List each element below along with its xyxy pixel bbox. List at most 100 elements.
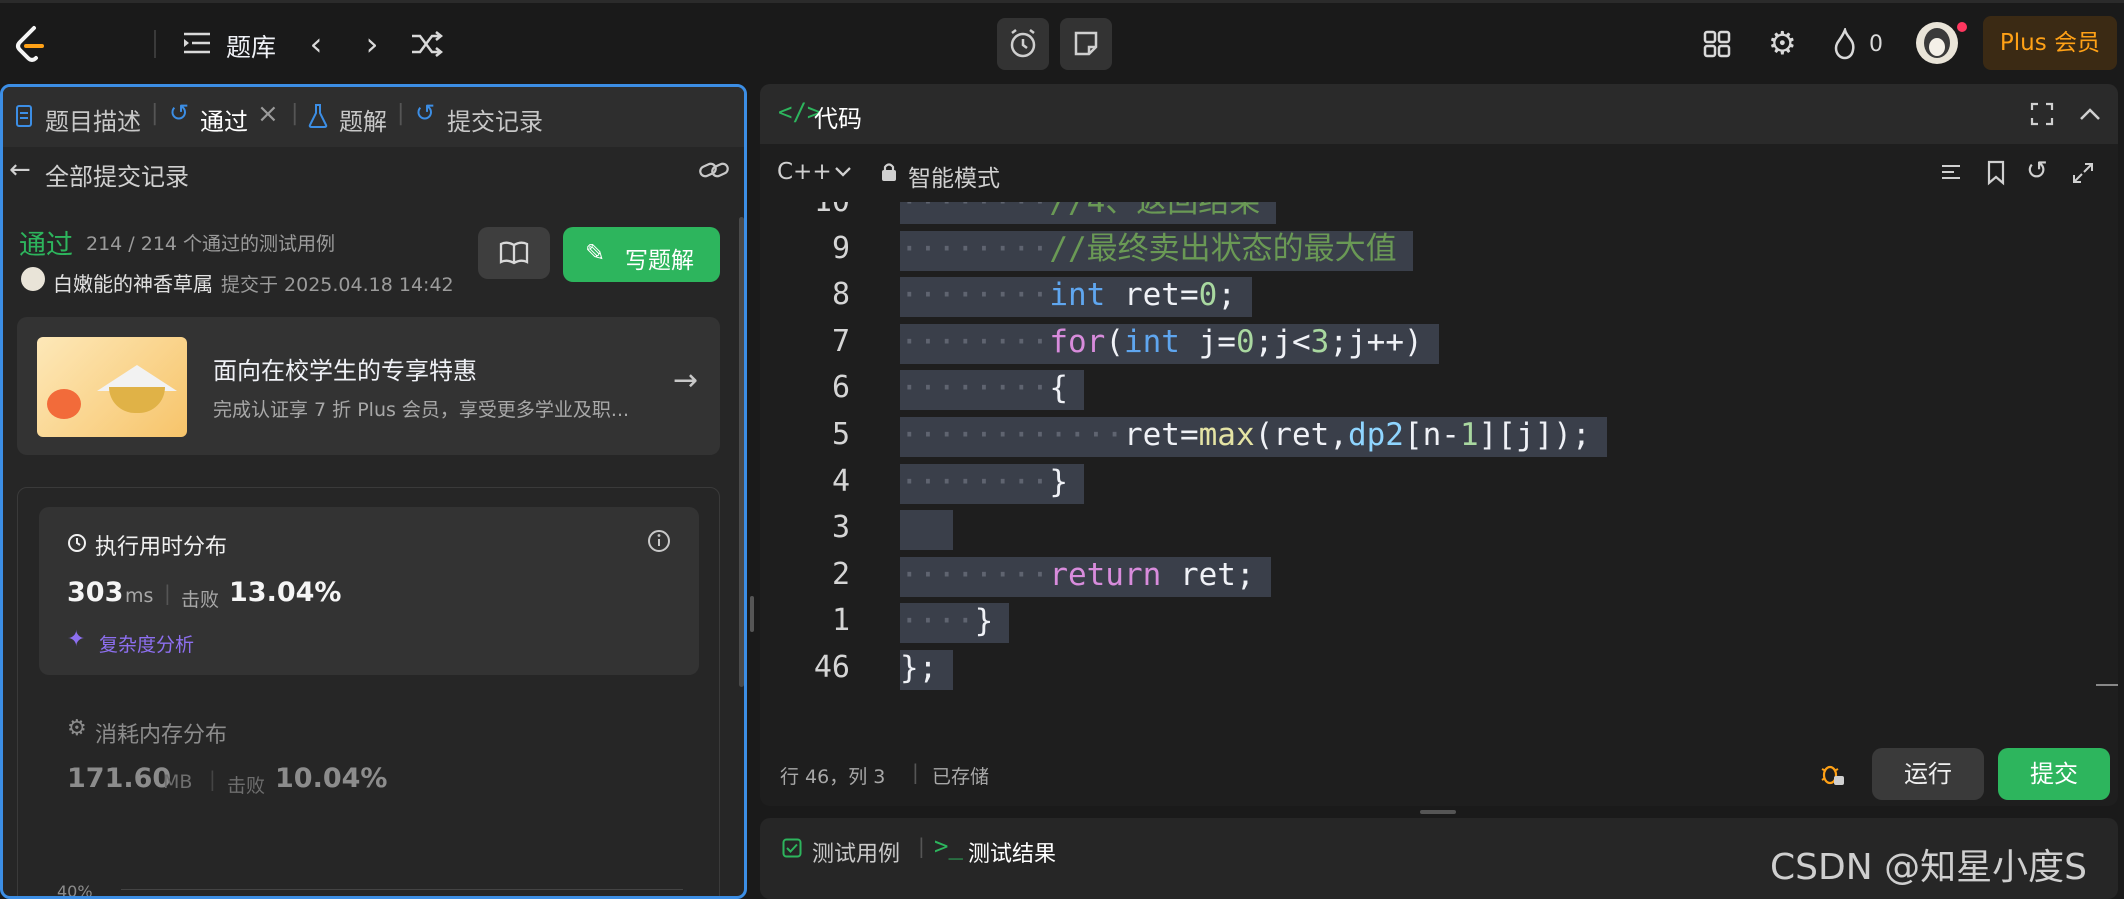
flame-icon[interactable] [1833, 28, 1857, 60]
runtime-beats: 13.04% [229, 577, 342, 608]
code-line: }; [900, 646, 954, 691]
write-solution-button[interactable]: ✎ 写题解 [563, 227, 720, 282]
top-bar: 题库 ‹ › ⚙ 0 Plus 会员 [0, 0, 2124, 88]
divider: | [164, 581, 171, 605]
promo-card[interactable]: 面向在校学生的专享特惠 完成认证享 7 折 Plus 会员，享受更多学业及职..… [17, 317, 720, 455]
editor-title: 代码 [814, 105, 862, 133]
line-number: 8 [831, 277, 850, 313]
testcase-count: 214 / 214 个通过的测试用例 [86, 233, 336, 255]
horizontal-splitter[interactable] [1420, 810, 1456, 814]
tab-submissions[interactable]: 提交记录 [447, 102, 543, 137]
tab-solutions[interactable]: 题解 [339, 102, 387, 137]
submit-time: 提交于 2025.04.18 14:42 [221, 274, 454, 296]
close-tab-icon[interactable]: × [257, 99, 279, 129]
code-line: ········{ [900, 366, 1084, 411]
list-icon[interactable] [182, 30, 212, 56]
scrollbar[interactable] [739, 217, 744, 687]
tab-test-result[interactable]: 测试结果 [968, 836, 1056, 868]
book-icon [499, 241, 529, 265]
tab-separator: | [397, 101, 405, 126]
vertical-splitter[interactable] [750, 596, 754, 632]
prev-arrow-icon[interactable]: ‹ [298, 24, 334, 64]
minimap-marker [2096, 684, 2118, 686]
memory-unit: MB [163, 771, 193, 793]
info-icon[interactable] [647, 529, 671, 553]
description-icon [16, 105, 32, 127]
chip-icon: ⚙ [67, 716, 87, 741]
back-arrow-icon[interactable]: ← [9, 155, 31, 185]
runtime-value: 303 [67, 577, 124, 608]
streak-count: 0 [1869, 32, 1883, 57]
bookmark-icon[interactable] [1986, 160, 2006, 186]
runtime-card[interactable]: 执行用时分布 303 ms | 击败 13.04% ✦ 复杂度分析 [39, 507, 699, 675]
watermark: CSDN @知星小度S [1770, 847, 2087, 888]
promo-title: 面向在校学生的专享特惠 [213, 357, 477, 385]
clock-icon [68, 534, 86, 552]
saved-status: 已存储 [932, 766, 990, 788]
plus-member-button[interactable]: Plus 会员 [1983, 16, 2117, 70]
note-icon [1074, 31, 1098, 56]
all-submissions-link[interactable]: 全部提交记录 [45, 157, 189, 192]
smart-mode-toggle[interactable]: 智能模式 [908, 159, 1000, 193]
complexity-analysis-link[interactable]: 复杂度分析 [99, 630, 194, 657]
chevron-down-icon[interactable] [834, 166, 852, 178]
line-number: 2 [831, 556, 850, 592]
collapse-icon[interactable] [2078, 104, 2102, 124]
divider: | [912, 760, 919, 784]
left-panel: 题目描述 | ↺ 通过 × | 题解 | ↺ 提交记录 ← 全部提交记录 通过 … [0, 84, 747, 899]
line-number: 9 [831, 230, 850, 266]
expand-icon[interactable] [2072, 162, 2094, 184]
code-line: ········int ret=0; [900, 273, 1252, 318]
code-editor-panel: </> 代码 C++ 智能模式 ↺ 10···· [760, 84, 2118, 806]
memory-beats: 10.04% [275, 763, 388, 794]
cursor-position: 行 46，列 3 [780, 766, 886, 788]
code-line: ········for(int j=0;j<3;j++) [900, 320, 1439, 365]
line-number: 3 [831, 510, 850, 546]
tab-separator: | [291, 101, 299, 126]
timer-button[interactable] [997, 18, 1049, 70]
tab-accepted[interactable]: 通过 [200, 102, 248, 137]
gear-icon[interactable]: ⚙ [1768, 24, 1797, 62]
reset-icon[interactable]: ↺ [2026, 156, 2048, 186]
arrow-right-icon: → [673, 363, 699, 398]
code-line: ········//4、返回结果 [900, 202, 1277, 225]
code-line: ············ret=max(ret,dp2[n-1][j]); [900, 413, 1607, 458]
avatar[interactable] [1916, 22, 1958, 64]
problem-bank-label[interactable]: 题库 [226, 28, 276, 64]
debug-icon[interactable] [1818, 760, 1846, 788]
runtime-unit: ms [125, 585, 154, 607]
grid-icon[interactable] [1703, 30, 1731, 58]
memory-title[interactable]: 消耗内存分布 [95, 717, 227, 749]
link-icon[interactable] [698, 159, 730, 181]
run-button[interactable]: 运行 [1872, 748, 1984, 800]
language-select[interactable]: C++ [777, 159, 832, 185]
line-number: 1 [831, 603, 850, 639]
fullscreen-icon[interactable] [2030, 102, 2054, 126]
divider: | [918, 834, 925, 858]
code-line: ········} [900, 460, 1084, 505]
submissions-icon: ↺ [415, 99, 436, 127]
tab-description[interactable]: 题目描述 [45, 102, 141, 137]
line-number: 46 [813, 650, 850, 685]
shuffle-icon[interactable] [410, 30, 444, 58]
username[interactable]: 白嫩能的神香草属 [53, 268, 213, 297]
line-number: 5 [831, 417, 850, 452]
code-area[interactable]: 10 ········//4、返回结果 9 ········//最终卖出状态的最大值 8… [760, 202, 2118, 722]
submit-button[interactable]: 提交 [1998, 748, 2110, 800]
notes-button[interactable] [478, 227, 550, 279]
memory-beats-label: 击败 [227, 775, 266, 797]
line-number: 7 [831, 323, 850, 359]
editor-header: </> 代码 [760, 84, 2118, 144]
note-button[interactable] [1060, 18, 1112, 70]
leetcode-logo-icon[interactable] [12, 24, 48, 64]
memory-value: 171.60 [67, 763, 172, 794]
checkbox-icon [782, 838, 802, 858]
format-icon[interactable] [1940, 162, 1962, 184]
tab-testcase[interactable]: 测试用例 [812, 836, 900, 868]
write-solution-label: 写题解 [625, 248, 694, 274]
divider [154, 30, 156, 58]
next-arrow-icon[interactable]: › [354, 24, 390, 64]
sparkle-icon: ✦ [67, 627, 86, 652]
graduation-cap-icon [37, 337, 187, 437]
line-number: 4 [831, 463, 850, 499]
